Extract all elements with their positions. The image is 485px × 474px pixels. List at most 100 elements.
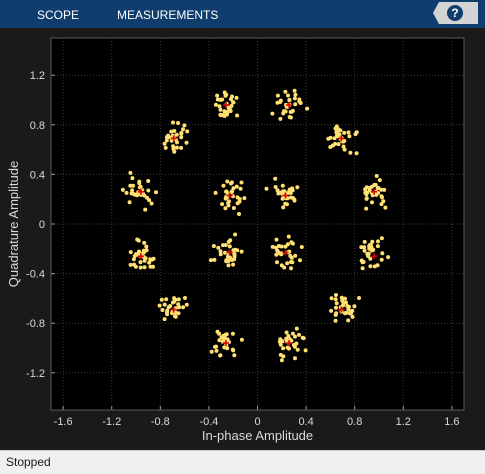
data-point <box>239 337 244 342</box>
data-point <box>179 135 184 140</box>
data-point <box>298 101 303 105</box>
data-point <box>218 252 223 257</box>
data-point <box>138 260 143 265</box>
data-point <box>278 342 283 347</box>
data-point <box>330 143 335 148</box>
data-point <box>286 334 291 338</box>
data-point <box>287 98 292 102</box>
data-point <box>138 265 143 270</box>
data-point <box>293 334 297 339</box>
constellation-plot[interactable]: -1.6 -1.2 -0.8 -0.4 0 0.4 0.8 1.2 1.6 -1.2 -0.8 -0.… <box>0 28 485 450</box>
data-point <box>135 237 140 242</box>
data-point <box>346 318 351 323</box>
data-point <box>286 234 291 239</box>
data-point <box>362 239 367 244</box>
data-point <box>374 174 379 178</box>
data-point <box>154 190 158 195</box>
data-point <box>292 88 297 93</box>
data-point <box>270 111 275 116</box>
data-point <box>220 202 225 207</box>
data-point <box>239 249 244 254</box>
data-point <box>297 97 302 102</box>
data-point <box>342 147 347 152</box>
data-point <box>334 305 338 310</box>
data-point <box>230 331 235 336</box>
data-point <box>283 109 288 114</box>
data-point <box>214 348 219 353</box>
data-point <box>367 186 372 190</box>
tab-measurements[interactable]: MEASUREMENTS <box>117 0 218 28</box>
data-point <box>218 107 223 112</box>
data-point <box>333 297 338 302</box>
data-point <box>146 179 151 183</box>
data-point <box>334 293 338 297</box>
data-point <box>235 195 240 200</box>
toolstrip: SCOPE MEASUREMENTS ? <box>0 0 485 28</box>
y-tick-label: -0.4 <box>26 269 45 281</box>
data-point <box>350 314 355 319</box>
data-point <box>364 196 369 201</box>
data-point <box>274 237 279 242</box>
data-point <box>149 257 154 262</box>
x-tick-label: 1.6 <box>444 416 459 428</box>
x-tick-label: -0.4 <box>199 416 218 428</box>
data-point <box>278 116 283 121</box>
question-mark-icon: ? <box>447 5 463 21</box>
data-point <box>137 179 142 184</box>
data-point <box>283 201 288 206</box>
data-point <box>226 259 231 263</box>
data-point <box>379 257 384 262</box>
data-point <box>215 93 220 98</box>
data-point <box>281 346 286 351</box>
data-point <box>264 186 269 191</box>
data-point <box>223 243 228 247</box>
data-point <box>295 347 300 352</box>
data-point <box>142 265 147 270</box>
data-point <box>225 179 230 184</box>
x-tick-label: 1.2 <box>396 416 411 428</box>
data-point <box>346 307 351 312</box>
data-point <box>209 349 214 354</box>
data-point <box>120 187 125 192</box>
data-point <box>232 257 237 262</box>
data-point <box>162 302 167 307</box>
data-point <box>300 335 305 340</box>
data-point <box>142 193 147 198</box>
help-button[interactable]: ? <box>433 2 478 24</box>
data-point <box>333 318 338 323</box>
data-point <box>294 326 299 331</box>
data-point <box>163 145 168 150</box>
y-tick-label: 0.8 <box>30 120 45 132</box>
data-point <box>291 343 296 347</box>
data-point <box>366 251 371 256</box>
data-point <box>368 264 373 269</box>
data-point <box>289 260 293 264</box>
data-point <box>224 189 229 194</box>
data-point <box>159 297 164 302</box>
data-point <box>357 296 361 300</box>
data-point <box>362 248 367 253</box>
data-point <box>376 186 381 190</box>
data-point <box>174 145 179 150</box>
data-point <box>354 151 359 156</box>
data-point <box>231 100 236 105</box>
data-point <box>286 93 290 98</box>
x-tick-label: 0.8 <box>347 416 362 428</box>
data-point <box>326 136 331 141</box>
data-point <box>329 308 334 313</box>
data-point <box>287 346 291 351</box>
data-point <box>149 201 154 206</box>
data-point <box>299 245 304 249</box>
data-point <box>182 123 187 128</box>
y-tick-label: 0 <box>39 219 45 231</box>
x-axis-label: In-phase Amplitude <box>202 428 313 443</box>
data-point <box>275 93 280 98</box>
data-point <box>130 188 135 193</box>
data-point <box>143 207 148 212</box>
data-point <box>164 138 169 143</box>
data-point <box>297 332 301 337</box>
tab-scope[interactable]: SCOPE <box>37 0 79 28</box>
data-point <box>292 96 297 101</box>
data-point <box>208 258 213 263</box>
data-point <box>217 104 222 109</box>
